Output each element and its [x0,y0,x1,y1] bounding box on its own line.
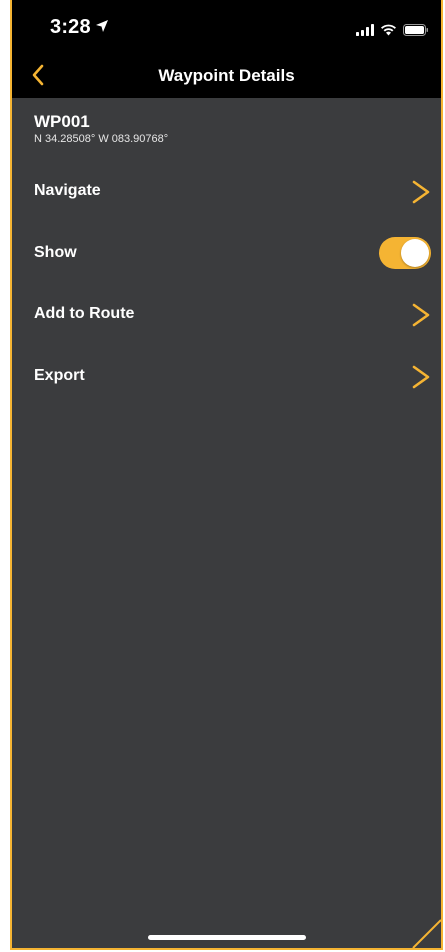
status-bar: 3:28 [12,0,441,56]
navigation-bar: Waypoint Details [12,56,441,98]
status-time: 3:28 [50,16,91,38]
add-to-route-row[interactable]: Add to Route [12,290,441,340]
chevron-right-icon [411,364,431,390]
show-row: Show [12,229,441,279]
navigate-label: Navigate [34,182,101,199]
status-time-group: 3:28 [50,16,109,39]
page-title: Waypoint Details [158,66,295,85]
cellular-signal-icon [356,23,374,41]
waypoint-coordinates: N 34.28508° W 083.90768° [34,133,169,145]
add-to-route-label: Add to Route [34,305,135,322]
waypoint-details-panel: WP001 N 34.28508° W 083.90768° Navigate … [12,98,441,948]
chevron-right-icon [411,302,431,328]
corner-slash-decoration [411,918,441,948]
toggle-knob [401,239,429,267]
show-label: Show [34,244,77,261]
chevron-right-icon [411,179,431,205]
export-label: Export [34,367,85,384]
status-icons [356,23,429,41]
waypoint-name: WP001 [34,112,90,131]
show-toggle[interactable] [379,237,431,269]
phone-screen: 3:28 Waypoint Details WP001 N 34.28508° … [10,0,443,950]
location-arrow-icon [95,19,109,38]
wifi-icon [380,23,397,41]
export-row[interactable]: Export [12,352,441,402]
home-indicator[interactable] [147,935,306,940]
battery-icon [403,23,429,41]
navigate-row[interactable]: Navigate [12,167,441,217]
